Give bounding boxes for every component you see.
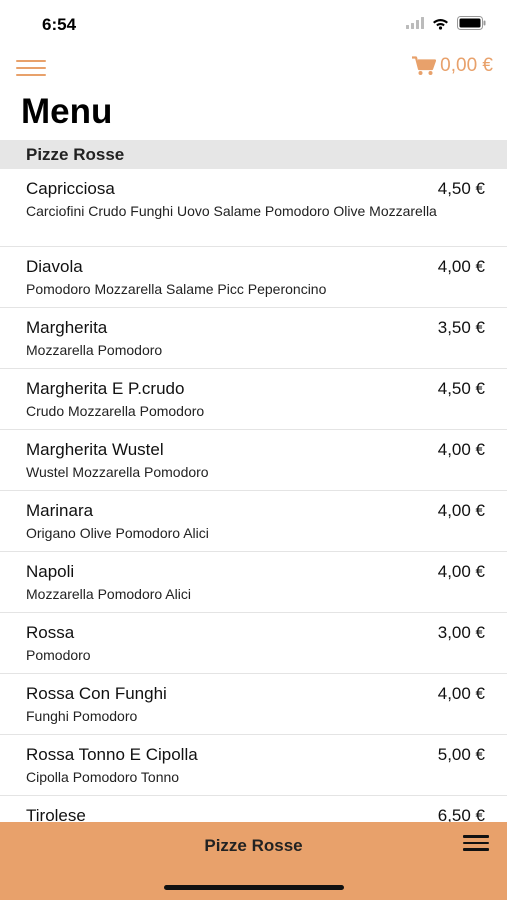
bottom-bar: Pizze Rosse — [0, 822, 507, 900]
category-menu-icon[interactable] — [463, 835, 489, 851]
list-item[interactable]: Diavola 4,00 € Pomodoro Mozzarella Salam… — [0, 247, 507, 308]
item-price: 4,00 € — [437, 440, 485, 459]
item-description: Crudo Mozzarella Pomodoro — [26, 403, 205, 419]
item-price: 6,50 € — [437, 806, 485, 822]
section-title: Pizze Rosse — [26, 145, 125, 164]
list-item[interactable]: Margherita E P.crudo 4,50 € Crudo Mozzar… — [0, 369, 507, 430]
item-price: 3,00 € — [437, 623, 485, 642]
item-description: Carciofini Crudo Funghi Uovo Salame Pomo… — [26, 203, 437, 219]
item-description: Funghi Pomodoro — [26, 708, 138, 724]
menu-list: Capricciosa 4,50 € Carciofini Crudo Fung… — [0, 169, 507, 822]
section-header: Pizze Rosse — [0, 140, 507, 169]
status-bar: 6:54 — [0, 0, 507, 50]
status-time: 6:54 — [42, 15, 77, 34]
item-price: 4,00 € — [437, 562, 485, 581]
item-price: 3,50 € — [437, 318, 485, 337]
item-name: Rossa — [26, 623, 75, 642]
home-indicator[interactable] — [164, 885, 344, 890]
item-name: Margherita — [26, 318, 108, 337]
list-item[interactable]: Rossa Con Funghi 4,00 € Funghi Pomodoro — [0, 674, 507, 735]
item-description: Wustel Mozzarella Pomodoro — [26, 464, 209, 480]
signal-icon — [406, 17, 424, 29]
page-title: Menu — [21, 92, 113, 131]
item-name: Diavola — [26, 257, 83, 276]
list-item[interactable]: Napoli 4,00 € Mozzarella Pomodoro Alici — [0, 552, 507, 613]
list-item[interactable]: Margherita Wustel 4,00 € Wustel Mozzarel… — [0, 430, 507, 491]
item-description: Mozzarella Pomodoro Alici — [26, 586, 191, 602]
list-item[interactable]: Marinara 4,00 € Origano Olive Pomodoro A… — [0, 491, 507, 552]
item-price: 4,50 € — [437, 179, 485, 198]
item-description: Cipolla Pomodoro Tonno — [26, 769, 180, 785]
list-item[interactable]: Rossa Tonno E Cipolla 5,00 € Cipolla Pom… — [0, 735, 507, 796]
item-name: Napoli — [26, 562, 75, 581]
item-price: 4,00 € — [437, 684, 485, 703]
shopping-cart-icon — [412, 56, 437, 75]
item-name: Capricciosa — [26, 179, 115, 198]
cart-total: 0,00 € — [440, 55, 493, 76]
item-name: Rossa Con Funghi — [26, 684, 167, 703]
list-item[interactable]: Rossa 3,00 € Pomodoro — [0, 613, 507, 674]
item-name: Margherita Wustel — [26, 440, 164, 459]
item-description: Origano Olive Pomodoro Alici — [26, 525, 209, 541]
item-name: Margherita E P.crudo — [26, 379, 185, 398]
item-name: Rossa Tonno E Cipolla — [26, 745, 198, 764]
battery-icon — [457, 16, 486, 30]
wifi-icon — [433, 18, 448, 30]
item-name: Marinara — [26, 501, 94, 520]
item-description: Pomodoro Mozzarella Salame Picc Peperonc… — [26, 281, 327, 297]
list-item[interactable]: Margherita 3,50 € Mozzarella Pomodoro — [0, 308, 507, 369]
item-name: Tirolese — [26, 806, 86, 822]
item-description: Pomodoro — [26, 647, 91, 663]
current-category[interactable]: Pizze Rosse — [0, 836, 507, 856]
list-item[interactable]: Tirolese 6,50 € — [0, 796, 507, 822]
cart-button[interactable]: 0,00 € — [412, 55, 493, 77]
item-description: Mozzarella Pomodoro — [26, 342, 163, 358]
item-price: 4,00 € — [437, 501, 485, 520]
item-price: 5,00 € — [437, 745, 485, 764]
nav-bar: 0,00 € — [0, 50, 507, 86]
status-icons — [406, 16, 487, 30]
menu-hamburger-icon[interactable] — [16, 60, 46, 78]
item-price: 4,50 € — [437, 379, 485, 398]
item-price: 4,00 € — [437, 257, 485, 276]
list-item[interactable]: Capricciosa 4,50 € Carciofini Crudo Fung… — [0, 169, 507, 247]
